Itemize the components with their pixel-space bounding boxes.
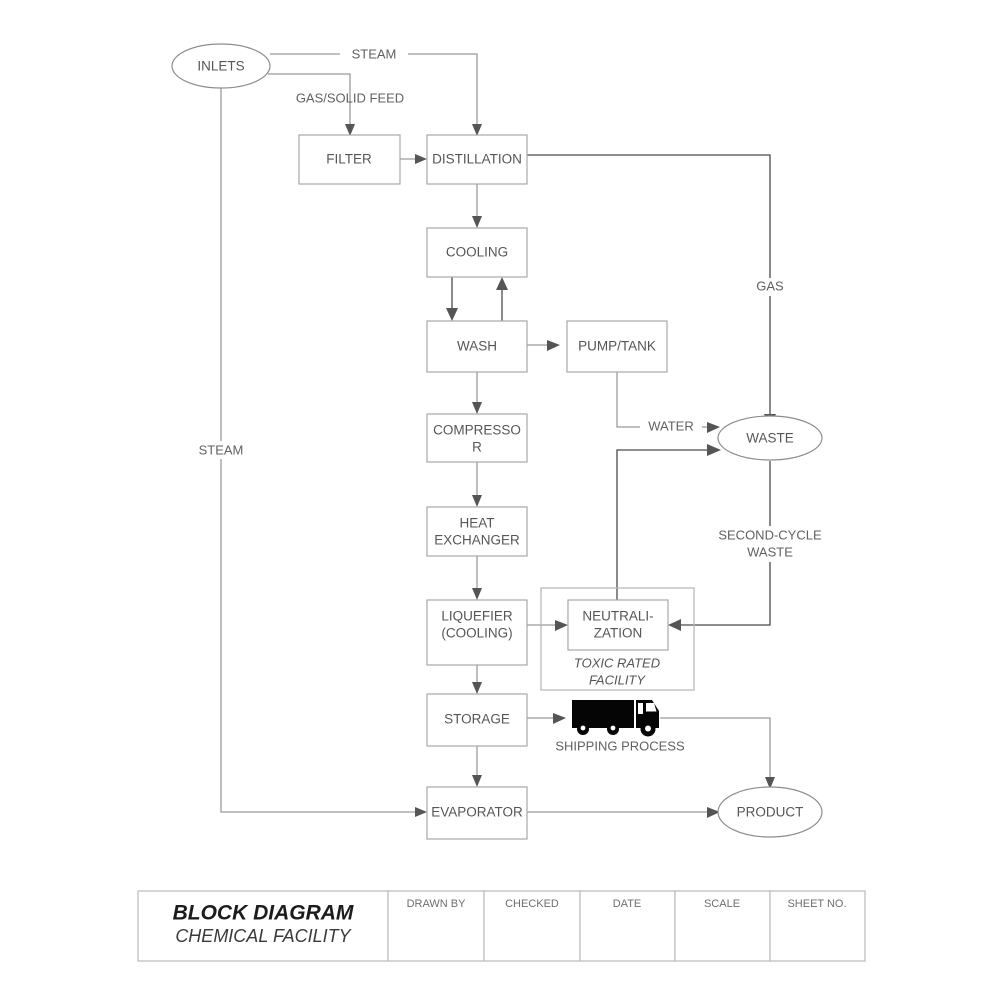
edge-label-second-cycle-line1: SECOND-CYCLE bbox=[718, 527, 822, 542]
node-compressor[interactable] bbox=[426, 413, 528, 463]
facility-label-line2: FACILITY bbox=[589, 672, 646, 687]
title-block-subtitle: CHEMICAL FACILITY bbox=[175, 926, 352, 946]
arrowhead-storage-evaporator bbox=[472, 775, 482, 787]
arrowhead-steam-distillation bbox=[472, 124, 482, 136]
node-heat-exchanger[interactable] bbox=[426, 506, 528, 557]
arrowhead-feed-filter bbox=[345, 124, 355, 136]
arrowhead-neutralization-waste bbox=[707, 444, 721, 456]
node-label-storage: STORAGE bbox=[444, 712, 510, 727]
edge-label-steam-left: STEAM bbox=[199, 442, 244, 457]
arrowhead-secondcycle-neutralization bbox=[668, 619, 681, 631]
node-label-inlets: INLETS bbox=[197, 59, 244, 74]
title-block-header-drawn-by: DRAWN BY bbox=[407, 898, 467, 910]
connector-inlets-steam-evaporator bbox=[220, 88, 419, 813]
edge-label-second-cycle-line2: WASTE bbox=[747, 544, 793, 559]
node-label-liquefier-line2: (COOLING) bbox=[441, 626, 512, 641]
title-block-header-date: DATE bbox=[613, 898, 642, 910]
node-label-cooling: COOLING bbox=[446, 245, 508, 260]
edge-label-steam-top: STEAM bbox=[352, 46, 397, 61]
node-label-distillation: DISTILLATION bbox=[432, 152, 522, 167]
arrowhead-steam-evaporator bbox=[415, 807, 427, 817]
node-label-heat-exchanger-line1: HEAT bbox=[459, 516, 494, 531]
node-label-neutralization-line2: ZATION bbox=[594, 626, 643, 641]
edge-label-gas-solid-feed: GAS/SOLID FEED bbox=[296, 90, 404, 105]
node-label-filter: FILTER bbox=[326, 152, 372, 167]
arrowhead-wash-compressor bbox=[472, 402, 482, 414]
flow-diagram-svg: STEAM GAS/SOLID FEED STEAM GAS WATER SEC… bbox=[137, 43, 866, 962]
arrowhead-distillation-cooling bbox=[472, 216, 482, 228]
arrowhead-filter-distillation bbox=[415, 154, 427, 164]
title-block-title: BLOCK DIAGRAM bbox=[173, 902, 354, 925]
block-diagram-canvas: STEAM GAS/SOLID FEED STEAM GAS WATER SEC… bbox=[0, 0, 1000, 1000]
node-label-pump-tank: PUMP/TANK bbox=[578, 339, 656, 354]
edge-label-water: WATER bbox=[648, 418, 694, 433]
node-label-compressor-line1: COMPRESSO bbox=[433, 423, 521, 438]
arrowhead-wash-cooling-return bbox=[496, 277, 508, 290]
title-block-header-sheet-no: SHEET NO. bbox=[787, 898, 846, 910]
node-label-compressor-line2: R bbox=[472, 440, 482, 455]
node-label-product: PRODUCT bbox=[737, 805, 804, 820]
node-label-waste: WASTE bbox=[746, 431, 794, 446]
facility-label-line1: TOXIC RATED bbox=[574, 655, 660, 670]
title-block-header-checked: CHECKED bbox=[505, 898, 559, 910]
arrowhead-compressor-heatexchanger bbox=[472, 495, 482, 507]
node-label-wash: WASH bbox=[457, 339, 497, 354]
connector-neutralization-waste bbox=[616, 449, 711, 600]
arrowhead-cooling-wash bbox=[446, 308, 458, 321]
connector-distillation-gas-waste bbox=[527, 154, 771, 419]
node-label-heat-exchanger-line2: EXCHANGER bbox=[434, 533, 520, 548]
arrowhead-heatexchanger-liquefier bbox=[472, 588, 482, 600]
arrowhead-liquefier-storage bbox=[472, 682, 482, 694]
title-block: BLOCK DIAGRAM CHEMICAL FACILITY DRAWN BY… bbox=[137, 890, 866, 962]
arrowhead-water-waste bbox=[707, 422, 720, 433]
arrowhead-liquefier-neutralization bbox=[555, 620, 568, 631]
arrowhead-wash-pumptank bbox=[547, 340, 560, 351]
node-label-liquefier-line1: LIQUEFIER bbox=[441, 609, 513, 624]
edge-label-gas: GAS bbox=[756, 278, 784, 293]
title-block-header-scale: SCALE bbox=[704, 898, 740, 910]
arrowhead-storage-shipping bbox=[553, 713, 566, 724]
truck-icon bbox=[572, 700, 659, 737]
edge-label-shipping-process: SHIPPING PROCESS bbox=[555, 738, 685, 753]
node-label-neutralization-line1: NEUTRALI- bbox=[582, 609, 653, 624]
node-label-evaporator: EVAPORATOR bbox=[431, 805, 523, 820]
